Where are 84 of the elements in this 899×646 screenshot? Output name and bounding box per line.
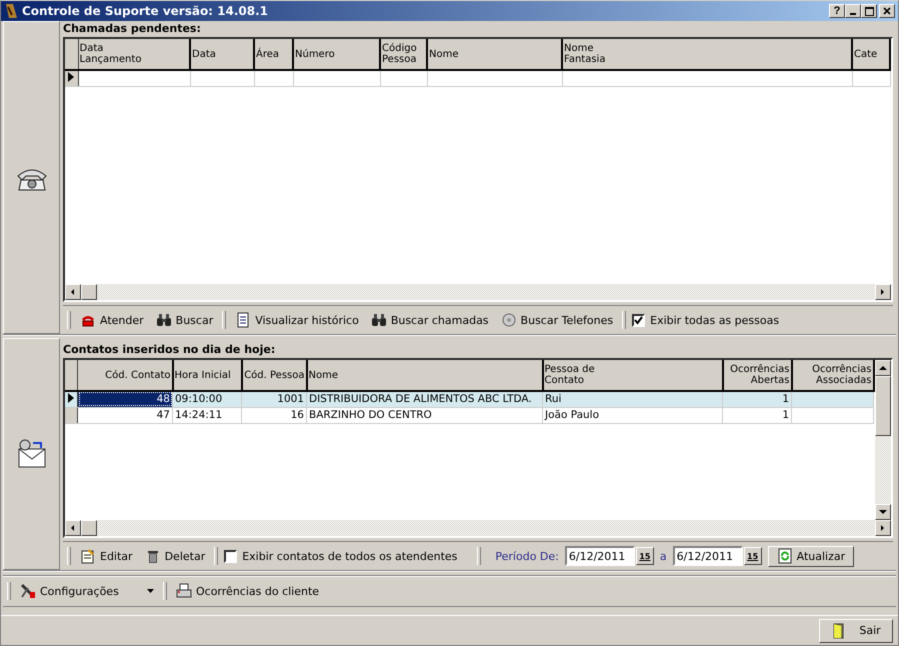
checkbox[interactable] bbox=[224, 550, 238, 562]
scroll-thumb[interactable] bbox=[81, 284, 97, 300]
scroll-right-button[interactable] bbox=[875, 520, 891, 536]
table-cell: 48 bbox=[78, 391, 172, 407]
edit-form-icon bbox=[80, 548, 96, 564]
date-field[interactable]: 6/12/2011 bbox=[672, 546, 743, 566]
checkbox-label: Exibir contatos de todos os atendentes bbox=[242, 550, 458, 562]
scroll-thumb[interactable] bbox=[875, 376, 891, 436]
up-arrow-icon bbox=[879, 366, 887, 370]
table-cell: 47 bbox=[78, 407, 172, 423]
column-header[interactable]: Pessoa de Contato bbox=[542, 360, 722, 391]
checkbox-label: Exibir todas as pessoas bbox=[650, 314, 780, 326]
calendar-button[interactable]: 15 bbox=[744, 547, 762, 565]
scroll-right-button[interactable] bbox=[875, 284, 891, 300]
row-pointer-icon bbox=[68, 392, 74, 403]
column-header[interactable]: Nome Fantasia bbox=[562, 39, 852, 70]
table-cell: 14:24:11 bbox=[172, 407, 242, 423]
notepad-icon bbox=[235, 312, 252, 328]
toolbar-button[interactable]: Buscar Telefones bbox=[498, 311, 616, 329]
date-field[interactable]: 6/12/2011 bbox=[564, 546, 635, 566]
left-arrow-icon bbox=[71, 525, 75, 531]
toolbar-button[interactable]: Ocorrências do cliente bbox=[173, 582, 322, 600]
column-header[interactable]: Ocorrências Associadas bbox=[792, 360, 874, 391]
tools-icon bbox=[20, 583, 36, 599]
column-header[interactable]: Cód. Contato bbox=[78, 360, 172, 391]
checkbox[interactable] bbox=[632, 314, 646, 326]
column-header[interactable]: Ocorrências Abertas bbox=[722, 360, 792, 391]
table-cell: 1001 bbox=[242, 391, 306, 407]
down-arrow-icon bbox=[879, 510, 887, 514]
toolbar-button[interactable]: Deletar bbox=[142, 547, 208, 565]
help-button[interactable]: ? bbox=[829, 4, 845, 18]
scroll-left-button[interactable] bbox=[65, 284, 81, 300]
column-header[interactable]: Cate bbox=[852, 39, 890, 70]
row-pointer-icon bbox=[68, 72, 74, 82]
period-label: Período De: bbox=[495, 550, 559, 562]
toolbar-button[interactable]: Visualizar histórico bbox=[232, 311, 362, 329]
toolbar-button[interactable]: Editar bbox=[77, 547, 136, 565]
printer-icon bbox=[176, 583, 192, 599]
range-separator: a bbox=[660, 550, 667, 562]
column-header[interactable]: Código Pessoa bbox=[380, 39, 427, 70]
column-header[interactable]: Hora Inicial bbox=[172, 360, 242, 391]
rotary-dial-icon bbox=[500, 312, 517, 328]
table-cell: Rui bbox=[542, 391, 722, 407]
minimize-button[interactable] bbox=[845, 4, 861, 18]
refresh-icon bbox=[776, 548, 793, 564]
scroll-left-button[interactable] bbox=[65, 520, 81, 536]
column-header[interactable]: Nome bbox=[306, 360, 542, 391]
table-cell: DISTRIBUIDORA DE ALIMENTOS ABC LTDA. bbox=[306, 391, 542, 407]
settings-dropdown[interactable]: Configurações bbox=[17, 582, 157, 600]
left-arrow-icon bbox=[71, 289, 75, 295]
table-cell: 16 bbox=[242, 407, 306, 423]
window-title: Controle de Suporte versão: 14.08.1 bbox=[22, 4, 270, 18]
refresh-button[interactable]: Atualizar bbox=[768, 546, 854, 566]
toolbar-button[interactable]: Buscar chamadas bbox=[368, 311, 492, 329]
scroll-down-button[interactable] bbox=[875, 504, 891, 520]
maximize-button[interactable] bbox=[861, 4, 877, 18]
column-header[interactable]: Número bbox=[293, 39, 380, 70]
column-header[interactable]: Nome bbox=[427, 39, 562, 70]
binoculars-icon bbox=[156, 312, 172, 328]
table-cell: João Paulo bbox=[542, 407, 722, 423]
minimize-icon bbox=[850, 13, 856, 15]
table-cell: 1 bbox=[722, 391, 792, 407]
caret-icon bbox=[147, 589, 154, 593]
maximize-icon bbox=[864, 6, 874, 16]
right-arrow-icon bbox=[881, 289, 885, 295]
section-title: Chamadas pendentes: bbox=[63, 21, 202, 37]
column-header[interactable]: Data Lançamento bbox=[78, 39, 190, 70]
table-cell: 1 bbox=[722, 407, 792, 423]
column-header[interactable]: Área bbox=[254, 39, 293, 70]
section-title: Contatos inseridos no dia de hoje: bbox=[63, 342, 276, 358]
exit-button[interactable]: Sair bbox=[819, 618, 893, 642]
close-icon[interactable] bbox=[879, 4, 895, 18]
app-icon bbox=[4, 3, 18, 19]
binoculars-icon bbox=[370, 312, 387, 328]
scroll-up-button[interactable] bbox=[875, 360, 891, 376]
column-header[interactable]: Data bbox=[190, 39, 254, 70]
scroll-thumb[interactable] bbox=[81, 520, 97, 536]
table-cell: BARZINHO DO CENTRO bbox=[306, 407, 542, 423]
toolbar-button[interactable]: Atender bbox=[77, 311, 147, 329]
table-cell: 09:10:00 bbox=[172, 391, 242, 407]
toolbar-button[interactable]: Buscar bbox=[152, 311, 216, 329]
column-header[interactable]: Cód. Pessoa bbox=[242, 360, 306, 391]
right-arrow-icon bbox=[881, 525, 885, 531]
calendar-button[interactable]: 15 bbox=[636, 547, 654, 565]
